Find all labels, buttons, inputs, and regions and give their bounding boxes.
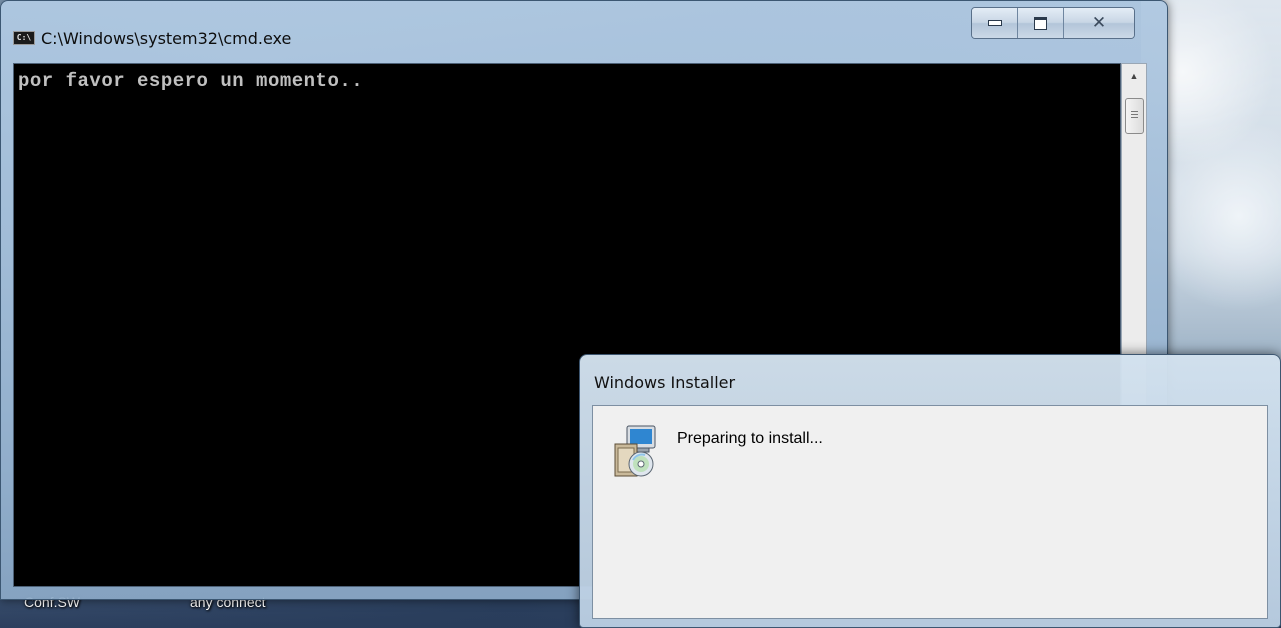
grip-line: [1131, 111, 1138, 112]
close-button[interactable]: ✕: [1064, 8, 1134, 38]
cmd-app-icon[interactable]: C:\: [13, 31, 35, 45]
installer-title: Windows Installer: [594, 373, 736, 392]
minimize-icon: [987, 20, 1002, 26]
grip-line: [1131, 117, 1138, 118]
scroll-up-button[interactable]: ▲: [1122, 64, 1146, 88]
console-output: por favor espero un momento..: [18, 70, 364, 92]
minimize-button[interactable]: [972, 8, 1018, 38]
maximize-icon: [1034, 16, 1047, 30]
caption-buttons: ✕: [971, 7, 1135, 39]
grip-line: [1131, 114, 1138, 115]
close-icon: ✕: [1091, 13, 1107, 33]
scroll-thumb[interactable]: [1125, 98, 1144, 134]
cmd-titlebar[interactable]: C:\ C:\Windows\system32\cmd.exe ✕: [1, 1, 1167, 55]
installer-package-icon: [614, 425, 656, 477]
chevron-up-icon: ▲: [1129, 71, 1139, 81]
windows-installer-dialog: Windows Installer Preparing to install..…: [579, 354, 1281, 628]
installer-status-message: Preparing to install...: [677, 430, 823, 447]
cmd-window-title: C:\Windows\system32\cmd.exe: [41, 29, 292, 48]
maximize-button[interactable]: [1018, 8, 1064, 38]
installer-body: Preparing to install...: [592, 405, 1268, 619]
